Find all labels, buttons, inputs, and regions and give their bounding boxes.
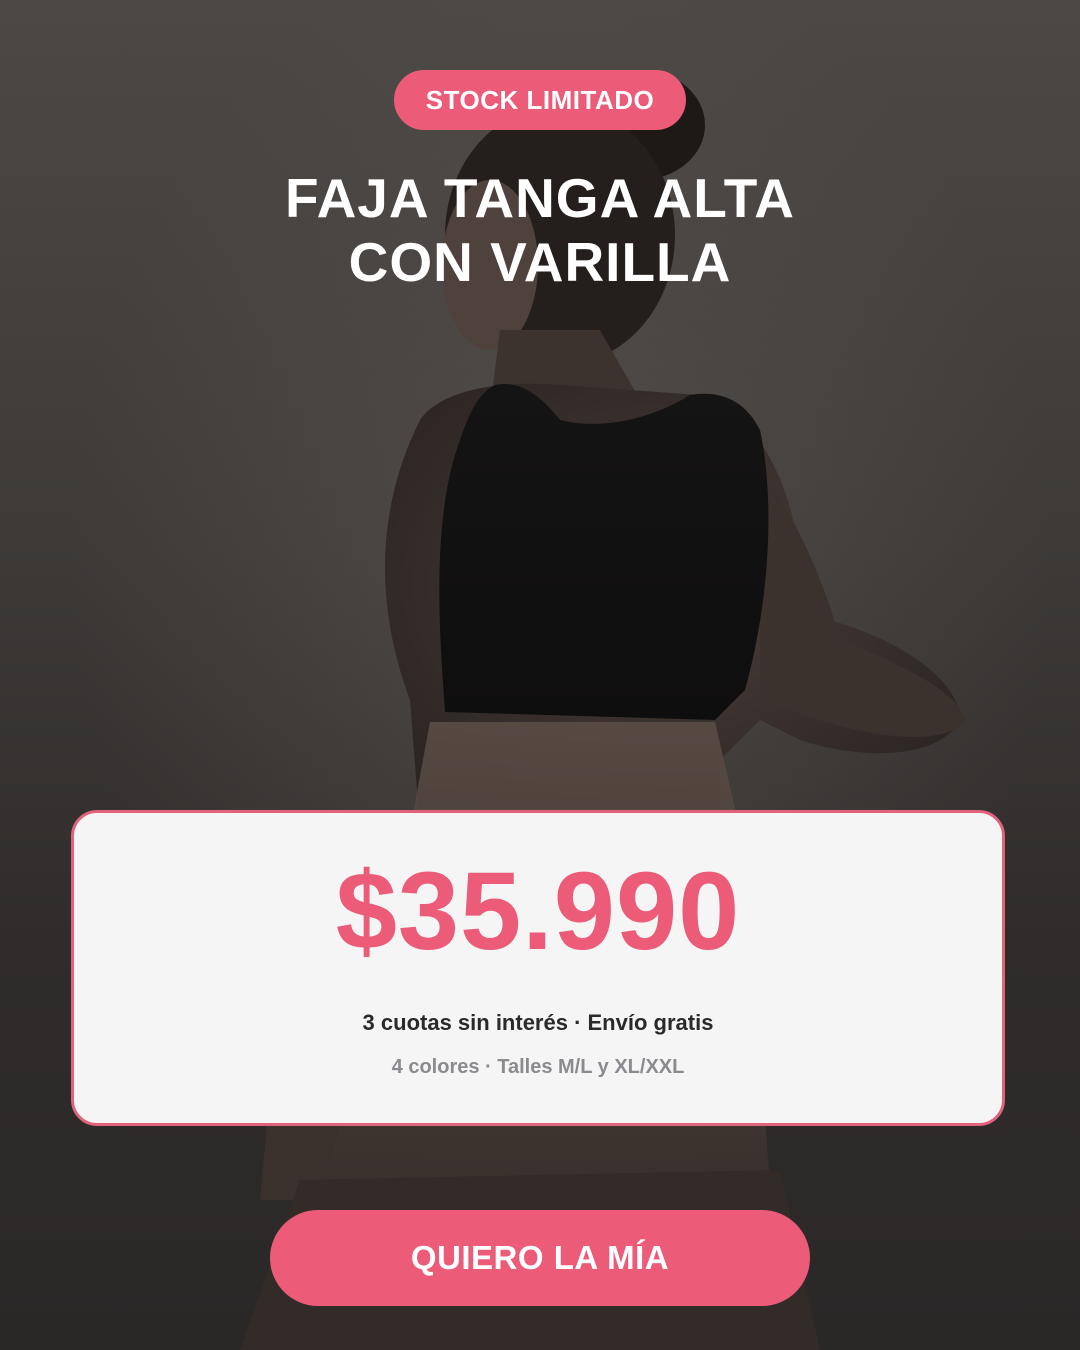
payment-shipping-terms: 3 cuotas sin interés · Envío gratis	[362, 1010, 714, 1035]
product-title-line-1: FAJA TANGA ALTA	[285, 167, 795, 229]
buy-now-button[interactable]: QUIERO LA MÍA	[270, 1210, 810, 1306]
promo-banner: STOCK LIMITADO FAJA TANGA ALTA CON VARIL…	[0, 0, 1080, 1350]
colors-sizes-info: 4 colores · Talles M/L y XL/XXL	[391, 1056, 685, 1078]
stock-limited-badge: STOCK LIMITADO	[394, 70, 686, 130]
price-value: $35.990	[335, 850, 741, 973]
product-title-line-2: CON VARILLA	[348, 231, 732, 293]
price-card: $35.990 3 cuotas sin interés · Envío gra…	[71, 810, 1005, 1126]
product-title: FAJA TANGA ALTA CON VARILLA	[140, 166, 940, 294]
